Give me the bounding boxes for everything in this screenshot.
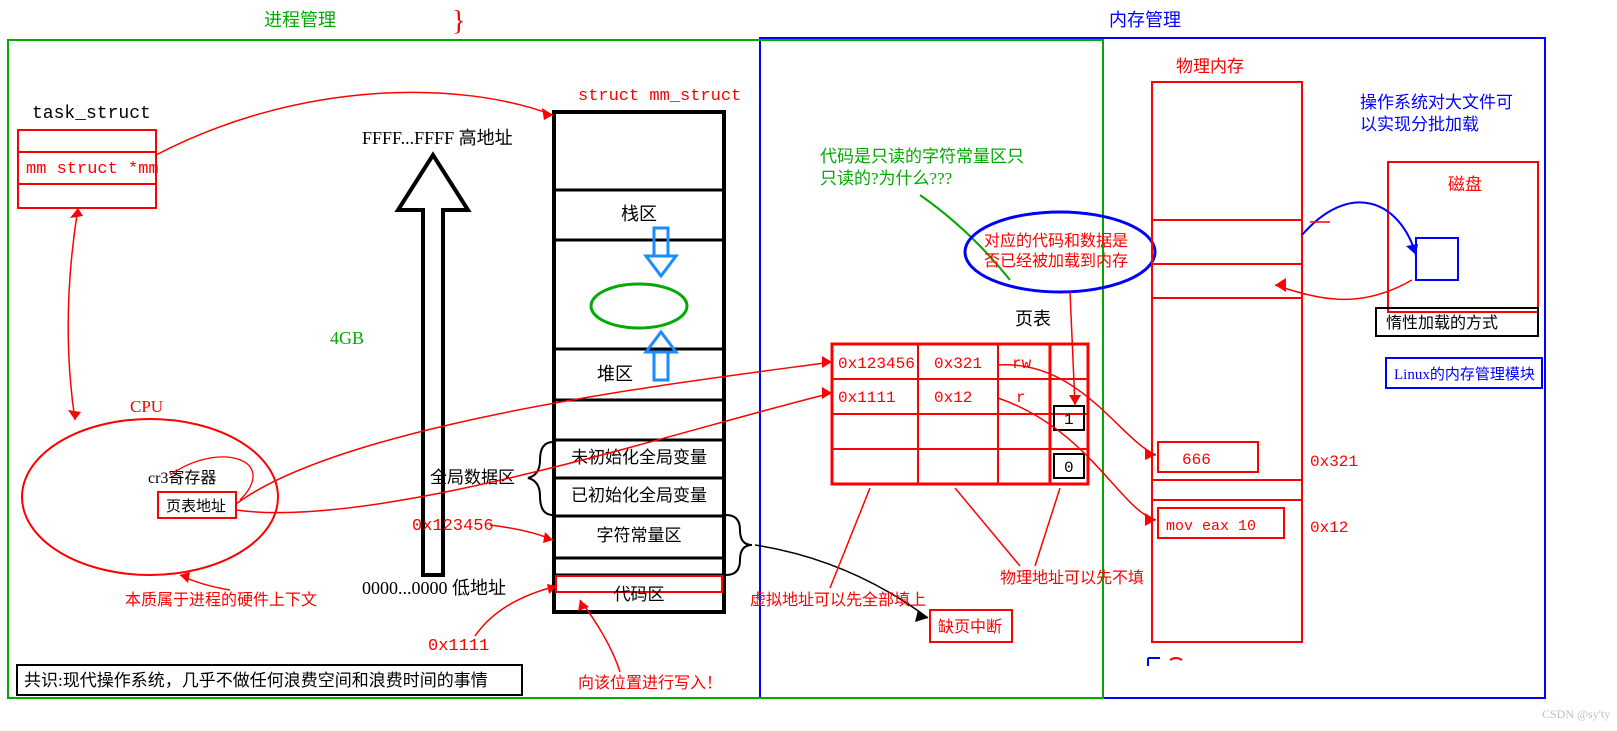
common-sense-text: 共识:现代操作系统，几乎不做任何浪费空间和浪费时间的事情 [24,671,488,690]
cpu-ellipse [22,419,278,575]
cr3-to-pt-2 [236,393,832,513]
loaded-q-l1: 对应的代码和数据是 [984,231,1128,250]
cpu-label: CPU [130,397,163,416]
disk-inner-box [1416,238,1458,280]
gap-ellipse [591,284,687,328]
heap-label: 堆区 [597,364,633,384]
page-table-title: 页表 [1015,309,1051,329]
addr-0x321: 0x321 [1310,453,1358,471]
loaded-q-ellipse [965,212,1155,292]
conststr-label: 字符常量区 [597,526,682,545]
global-label: 全局数据区 [430,468,515,487]
disk-to-phys [1275,280,1412,299]
lo-addr-label: 0000...0000 低地址 [362,578,506,598]
pa12-arrow [998,398,1156,520]
4gb-label: 4GB [330,328,364,348]
cpu-note: 本质属于进程的硬件上下文 [125,591,317,609]
cr3-to-pt-1 [236,362,832,504]
stack-arrow-down [646,228,676,276]
mm-struct-title: struct mm_struct [578,87,741,106]
addr-123456: 0x123456 [412,517,494,536]
watermark: CSDN @sy'ty [1542,707,1610,721]
disk-note1-l2: 以实现分批加载 [1360,115,1479,134]
init-label: 已初始化全局变量 [571,486,707,505]
loaded-q-l2: 否已经被加载到内存 [984,252,1128,270]
phys-mem-box [1152,82,1302,642]
page-fault-label: 缺页中断 [938,618,1002,636]
pt-r0-va: 0x123456 [838,355,915,373]
disk-title: 磁盘 [1448,175,1482,194]
pt-r1-perm: r [1016,389,1026,407]
memory-map: 栈区 堆区 未初始化全局变量 已初始化全局变量 字符常量区 代码区 [554,112,724,612]
cr3-label: cr3寄存器 [148,469,216,487]
cell-mov-text: mov eax 10 [1166,518,1256,535]
memory-mgmt-title: 内存管理 [1109,10,1181,30]
pt-r1-flag: 1 [1064,411,1074,429]
cell-666-text: 666 [1182,451,1211,469]
phys-mem-title: 物理内存 [1176,57,1244,76]
stack-label: 栈区 [621,204,657,224]
hi-addr-label: FFFF...FFFF 高地址 [362,128,513,148]
disk-note1-l1: 操作系统对大文件可 [1360,93,1513,112]
write-note: 向该位置进行写入！ [578,674,722,692]
pt-r0-perm: rw [1012,355,1032,373]
global-brace [528,442,553,515]
pt-r0-pa: 0x321 [934,355,982,373]
addr-0x12: 0x12 [1310,519,1348,537]
mm-ptr-text: mm struct *mm [26,160,159,179]
process-mgmt-title: 进程管理 [264,10,336,30]
cr3-content: 页表地址 [166,498,226,515]
pt-r1-pa: 0x12 [934,389,972,407]
pt-r1-va: 0x1111 [838,389,896,407]
task-struct-label: task_struct [32,104,151,124]
readonly-q-l1: 代码是只读的字符常量区只 [820,147,1024,166]
code-brace [726,515,752,575]
4gb-arrow [398,155,468,575]
heap-arrow-up [646,332,676,380]
pt-r3-flag: 0 [1064,459,1074,477]
pt-va-note: 虚拟地址可以先全部填上 [750,591,926,609]
readonly-q-l2: 只读的?为什么??? [820,169,952,188]
addr-1111: 0x1111 [428,637,489,656]
pt-pa-note: 物理地址可以先不填 [1000,569,1144,587]
phys-to-disk [1302,202,1416,255]
ts-to-cpu [68,208,78,420]
diagram-canvas: 内存管理 进程管理 } task_struct mm struct *mm st… [0,0,1617,731]
stray-brace: } [452,6,465,37]
page-table: 0x123456 0x321 rw 0x1111 0x12 r 1 0 [832,344,1088,484]
addr1-arrow [490,525,553,540]
code-label: 代码区 [614,585,665,604]
lazy-text: 惰性加载的方式 [1386,314,1498,332]
linux-mm-text: Linux的内存管理模块 [1394,366,1535,383]
